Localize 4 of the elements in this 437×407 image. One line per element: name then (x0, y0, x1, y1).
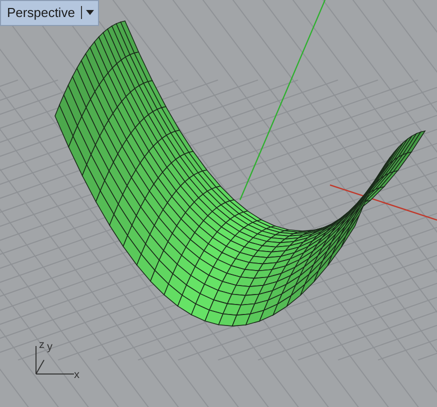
axis-label: y (47, 342, 52, 353)
axis-label: z (39, 340, 44, 351)
caret-icon (86, 10, 94, 16)
axis-label: x (74, 370, 80, 381)
